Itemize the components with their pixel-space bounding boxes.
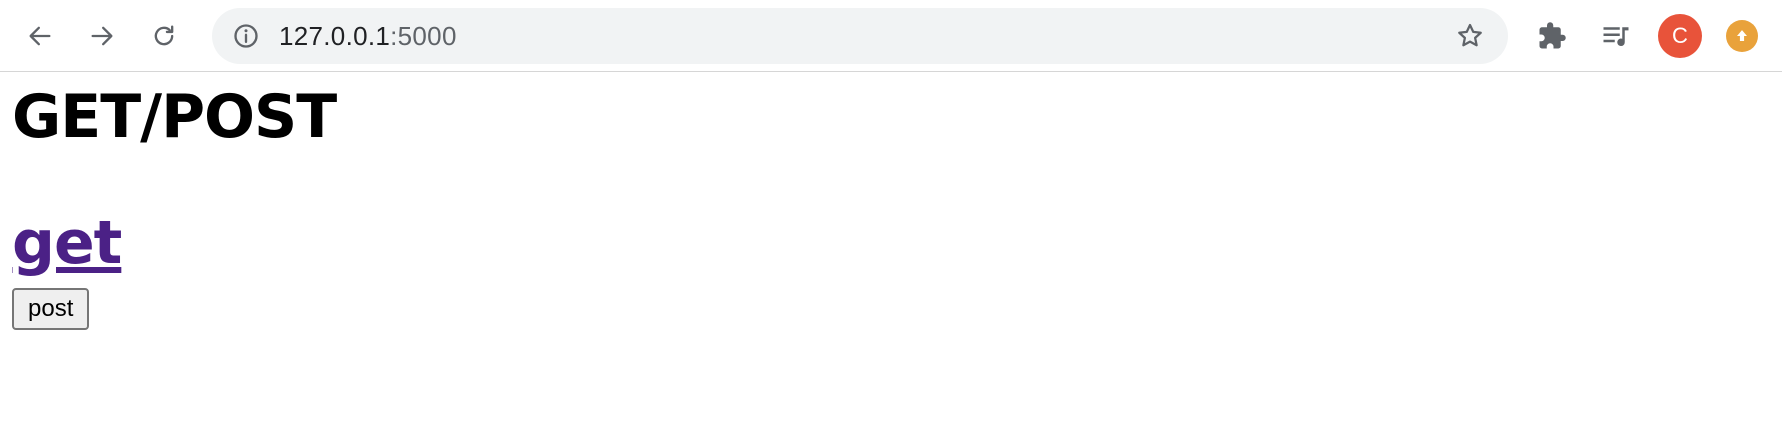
info-icon[interactable] xyxy=(230,20,262,52)
page-title: GET/POST xyxy=(12,82,337,152)
bookmark-star-icon[interactable] xyxy=(1452,18,1488,54)
media-queue-icon[interactable] xyxy=(1594,14,1638,58)
address-bar[interactable]: 127.0.0.1:5000 xyxy=(212,8,1508,64)
get-link[interactable]: get xyxy=(12,213,122,273)
address-url[interactable]: 127.0.0.1:5000 xyxy=(279,8,457,64)
back-arrow-icon xyxy=(29,26,51,46)
browser-toolbar: 127.0.0.1:5000 C xyxy=(0,0,1782,72)
update-arrow-icon[interactable] xyxy=(1726,20,1758,52)
extensions-puzzle-icon[interactable] xyxy=(1530,14,1574,58)
post-button[interactable]: post xyxy=(12,288,90,330)
forward-button[interactable] xyxy=(80,14,124,58)
forward-arrow-icon xyxy=(91,26,113,46)
profile-avatar[interactable]: C xyxy=(1658,14,1702,58)
avatar-initial: C xyxy=(1672,23,1688,48)
back-button[interactable] xyxy=(18,14,62,58)
url-port: :5000 xyxy=(390,21,457,51)
url-host: 127.0.0.1 xyxy=(279,21,391,51)
reload-button[interactable] xyxy=(142,14,186,58)
reload-icon xyxy=(154,25,174,46)
page-content: GET/POST get post xyxy=(0,73,1782,434)
